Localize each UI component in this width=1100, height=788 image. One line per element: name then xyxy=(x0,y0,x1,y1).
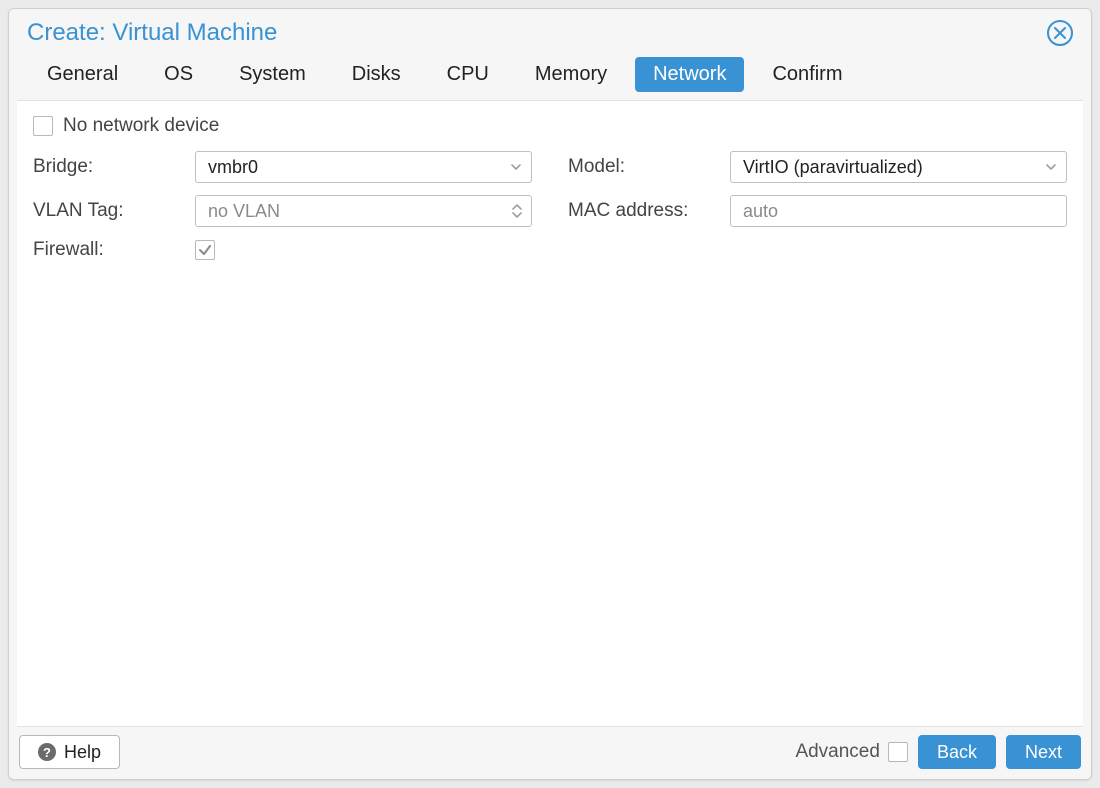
vlan-input[interactable]: no VLAN xyxy=(195,195,532,227)
wizard-window: Create: Virtual Machine General OS Syste… xyxy=(8,8,1092,780)
no-network-row: No network device xyxy=(33,115,1067,137)
help-icon: ? xyxy=(38,743,56,761)
tab-disks[interactable]: Disks xyxy=(334,57,419,92)
panel-network: No network device Bridge: vmbr0 Model: V… xyxy=(17,100,1083,727)
next-label: Next xyxy=(1025,742,1062,763)
field-firewall: Firewall: xyxy=(33,239,532,261)
firewall-label: Firewall: xyxy=(33,239,183,261)
next-button[interactable]: Next xyxy=(1006,735,1081,769)
bridge-label: Bridge: xyxy=(33,156,183,178)
no-network-checkbox[interactable] xyxy=(33,116,53,136)
tab-memory[interactable]: Memory xyxy=(517,57,625,92)
back-button[interactable]: Back xyxy=(918,735,996,769)
spinner-icon xyxy=(511,203,523,219)
titlebar: Create: Virtual Machine xyxy=(9,9,1091,51)
field-mac: MAC address: auto xyxy=(568,195,1067,227)
close-icon xyxy=(1054,27,1066,39)
mac-label: MAC address: xyxy=(568,200,718,222)
vlan-placeholder: no VLAN xyxy=(208,201,280,222)
close-button[interactable] xyxy=(1047,20,1073,46)
field-bridge: Bridge: vmbr0 xyxy=(33,151,532,183)
tab-general[interactable]: General xyxy=(29,57,136,92)
help-label: Help xyxy=(64,742,101,763)
field-model: Model: VirtIO (paravirtualized) xyxy=(568,151,1067,183)
back-label: Back xyxy=(937,742,977,763)
field-vlan: VLAN Tag: no VLAN xyxy=(33,195,532,227)
bridge-select[interactable]: vmbr0 xyxy=(195,151,532,183)
model-value: VirtIO (paravirtualized) xyxy=(743,157,923,178)
advanced-toggle[interactable]: Advanced xyxy=(795,741,908,763)
check-icon xyxy=(198,243,212,257)
advanced-label: Advanced xyxy=(795,741,880,763)
tab-cpu[interactable]: CPU xyxy=(429,57,507,92)
vlan-label: VLAN Tag: xyxy=(33,200,183,222)
tabstrip: General OS System Disks CPU Memory Netwo… xyxy=(9,51,1091,100)
firewall-checkbox[interactable] xyxy=(195,240,215,260)
help-button[interactable]: ? Help xyxy=(19,735,120,769)
model-label: Model: xyxy=(568,156,718,178)
tab-confirm[interactable]: Confirm xyxy=(754,57,860,92)
tab-os[interactable]: OS xyxy=(146,57,211,92)
footer: ? Help Advanced Back Next xyxy=(9,727,1091,779)
no-network-label: No network device xyxy=(63,115,219,137)
advanced-checkbox[interactable] xyxy=(888,742,908,762)
bridge-value: vmbr0 xyxy=(208,157,258,178)
tab-network[interactable]: Network xyxy=(635,57,744,92)
mac-input[interactable]: auto xyxy=(730,195,1067,227)
form-grid: Bridge: vmbr0 Model: VirtIO (paravirtual… xyxy=(33,151,1067,261)
tab-system[interactable]: System xyxy=(221,57,324,92)
chevron-down-icon xyxy=(1044,160,1058,174)
chevron-down-icon xyxy=(509,160,523,174)
window-title: Create: Virtual Machine xyxy=(27,19,277,47)
model-select[interactable]: VirtIO (paravirtualized) xyxy=(730,151,1067,183)
mac-placeholder: auto xyxy=(743,201,778,222)
